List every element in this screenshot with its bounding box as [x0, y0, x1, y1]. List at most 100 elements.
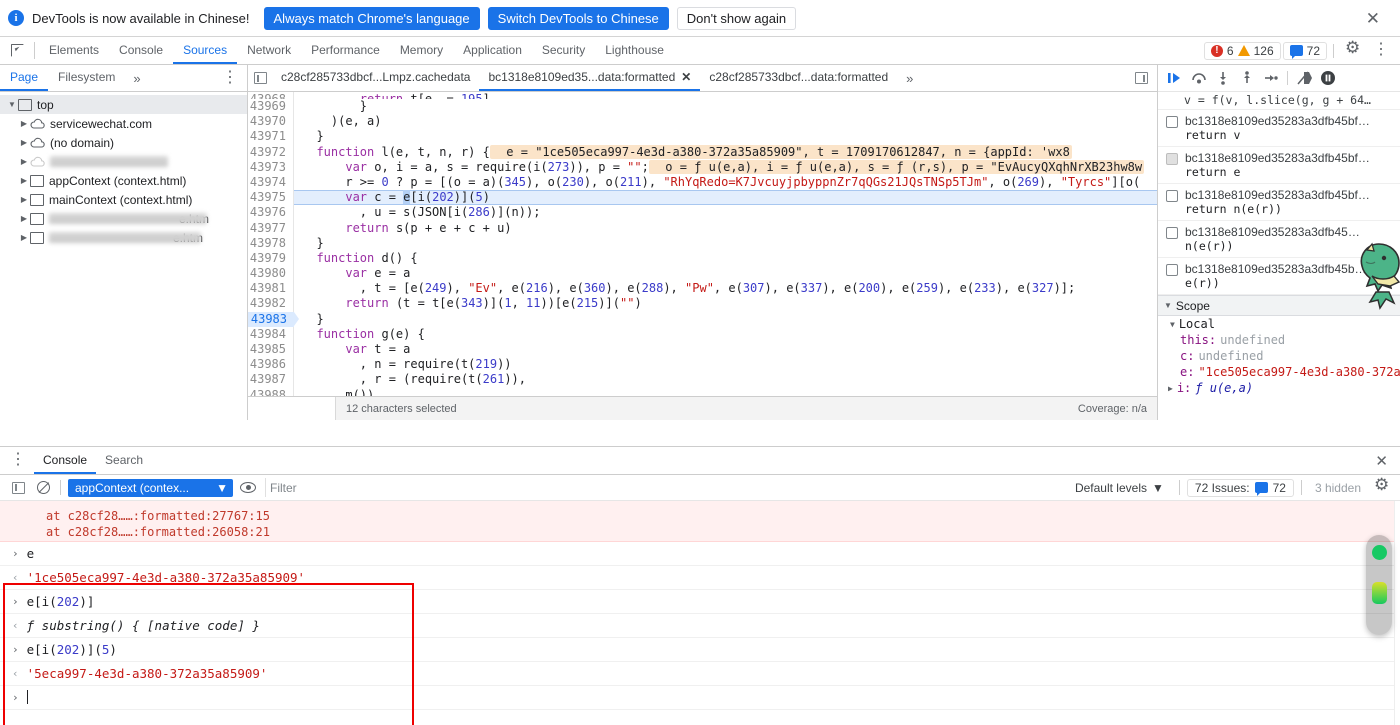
- scope-section-header[interactable]: ▼ Scope: [1158, 295, 1400, 316]
- deactivate-breakpoints-icon[interactable]: [1293, 68, 1315, 88]
- code-line[interactable]: 43968 return t[e -= 195]: [248, 92, 1157, 99]
- drawer-tab-console[interactable]: Console: [34, 447, 97, 474]
- code-line[interactable]: 43979 function d() {: [248, 250, 1157, 267]
- code-line[interactable]: 43976 , u = s(JSON[i(286)](n));: [248, 205, 1157, 221]
- console-output-entry[interactable]: ‹ ƒ substring() { [native code] }: [0, 614, 1400, 638]
- execution-context-select[interactable]: appContext (contex... ▼: [68, 478, 233, 497]
- chevron-right-icon[interactable]: ▶: [18, 233, 30, 242]
- tab-application[interactable]: Application: [453, 37, 532, 64]
- code-line[interactable]: 43978 }: [248, 235, 1157, 251]
- show-debugger-icon[interactable]: [1129, 72, 1153, 84]
- breakpoint-item[interactable]: bc1318e8109ed35283a3dfb45… n(e(r)): [1158, 221, 1400, 258]
- code-text[interactable]: }: [294, 99, 367, 114]
- line-number[interactable]: 43969: [248, 99, 294, 115]
- editor-tab-bc1318-formatted[interactable]: bc1318e8109ed35...data:formatted ✕: [479, 65, 701, 91]
- tree-node-redacted-frame-2[interactable]: ▶ xxxxxxxxxxxxx e.htm: [0, 228, 247, 247]
- console-settings-gear-icon[interactable]: [1372, 476, 1392, 498]
- code-line[interactable]: 43971 }: [248, 129, 1157, 145]
- tab-elements[interactable]: Elements: [39, 37, 109, 64]
- breakpoint-item[interactable]: bc1318e8109ed35283a3dfb45bf… return n(e(r…: [1158, 184, 1400, 221]
- editor-tab-cachedata[interactable]: c28cf285733dbcf...Lmpz.cachedata: [272, 65, 479, 91]
- code-line[interactable]: 43986 , n = require(t(219)): [248, 357, 1157, 373]
- code-text[interactable]: var e = a: [294, 266, 410, 281]
- tab-lighthouse[interactable]: Lighthouse: [595, 37, 674, 64]
- step-out-icon[interactable]: [1236, 68, 1258, 88]
- drawer-kebab-icon[interactable]: ⋮: [0, 447, 34, 474]
- call-stack-top-frame[interactable]: v = f(v, l.slice(g, g + 64…: [1158, 92, 1400, 110]
- line-number[interactable]: 43985: [248, 342, 294, 358]
- breakpoint-item[interactable]: bc1318e8109ed35283a3dfb45b… e(r)): [1158, 258, 1400, 295]
- code-line[interactable]: 43984 function g(e) {: [248, 326, 1157, 342]
- step-over-icon[interactable]: [1188, 68, 1210, 88]
- line-number[interactable]: 43971: [248, 129, 294, 145]
- nav-tab-filesystem[interactable]: Filesystem: [48, 65, 125, 91]
- code-line[interactable]: 43987 , r = (require(t(261)),: [248, 372, 1157, 388]
- editor-more-tabs-icon[interactable]: »: [897, 65, 922, 91]
- navigator-kebab-icon[interactable]: ⋮: [213, 65, 247, 91]
- tree-node-appcontext[interactable]: ▶ appContext (context.html): [0, 171, 247, 190]
- more-options-kebab-icon[interactable]: ⋮: [1368, 40, 1394, 62]
- close-icon[interactable]: ✕: [1363, 447, 1400, 474]
- resume-script-icon[interactable]: [1164, 68, 1186, 88]
- log-levels-select[interactable]: Default levels ▼: [1067, 481, 1172, 495]
- code-text[interactable]: var t = a: [294, 342, 410, 357]
- code-line[interactable]: 43973 var o, i = a, s = require(i(273)),…: [248, 159, 1157, 175]
- line-number[interactable]: 43977: [248, 220, 294, 236]
- editor-tab-c28cf-formatted[interactable]: c28cf285733dbcf...data:formatted: [700, 65, 897, 91]
- tree-node-redacted-domain[interactable]: ▶ xxxxxxxxxxx: [0, 152, 247, 171]
- tab-network[interactable]: Network: [237, 37, 301, 64]
- tree-node-no-domain[interactable]: ▶ (no domain): [0, 133, 247, 152]
- chevron-right-icon[interactable]: ▶: [18, 195, 30, 204]
- line-number[interactable]: 43986: [248, 357, 294, 373]
- line-number[interactable]: 43981: [248, 281, 294, 297]
- code-text[interactable]: return (t = t[e(343)](1, 11))[e(215)](""…: [294, 296, 641, 311]
- scope-local-header[interactable]: ▼ Local: [1158, 316, 1400, 332]
- console-filter-input[interactable]: [265, 478, 1062, 497]
- pause-on-exceptions-icon[interactable]: [1317, 68, 1339, 88]
- code-text[interactable]: return s(p + e + c + u): [294, 221, 511, 236]
- code-text[interactable]: function d() {: [294, 251, 417, 266]
- console-input-entry[interactable]: › e[i(202)]: [0, 590, 1400, 614]
- code-text[interactable]: r >= 0 ? p = [(o = a)(345), o(230), o(21…: [294, 175, 1140, 190]
- code-line[interactable]: 43977 return s(p + e + c + u): [248, 220, 1157, 236]
- line-number[interactable]: 43984: [248, 326, 294, 342]
- line-number[interactable]: 43983: [248, 311, 299, 327]
- close-icon[interactable]: ✕: [1360, 8, 1386, 29]
- code-text[interactable]: }: [294, 129, 323, 144]
- line-number[interactable]: 43979: [248, 250, 294, 267]
- code-line[interactable]: 43981 , t = [e(249), "Ev", e(216), e(360…: [248, 281, 1157, 297]
- code-line[interactable]: 43970 )(e, a): [248, 114, 1157, 130]
- code-line[interactable]: 43975 var c = e[i(202)](5): [248, 190, 1157, 206]
- code-line[interactable]: 43969 }: [248, 99, 1157, 115]
- issues-badge[interactable]: 72 Issues: 72: [1186, 478, 1294, 497]
- breakpoint-checkbox[interactable]: [1166, 116, 1178, 128]
- console-output[interactable]: at I._callPageLifeTime__ (c28cf28…:forma…: [0, 501, 1400, 725]
- nav-more-tabs-icon[interactable]: »: [125, 65, 148, 91]
- message-counter[interactable]: 72: [1282, 41, 1327, 60]
- live-expression-eye-icon[interactable]: [238, 478, 258, 498]
- code-line[interactable]: 43985 var t = a: [248, 342, 1157, 358]
- console-prompt[interactable]: ›: [0, 686, 1400, 710]
- scope-variable[interactable]: c: undefined: [1158, 348, 1400, 364]
- line-number[interactable]: 43982: [248, 296, 294, 312]
- tab-console[interactable]: Console: [109, 37, 173, 64]
- breakpoint-checkbox[interactable]: [1166, 227, 1178, 239]
- step-icon[interactable]: [1260, 68, 1282, 88]
- error-stack-line[interactable]: at c28cf28……:formatted:26058:21: [0, 524, 1400, 540]
- code-text[interactable]: function l(e, t, n, r) { e = "1ce505eca9…: [294, 144, 1072, 160]
- console-input-entry[interactable]: › e: [0, 542, 1400, 566]
- line-number[interactable]: 43973: [248, 159, 294, 175]
- error-warning-counter[interactable]: ! 6 126: [1203, 41, 1281, 60]
- line-number[interactable]: 43970: [248, 114, 294, 130]
- scope-variable[interactable]: this: undefined: [1158, 332, 1400, 348]
- clear-console-icon[interactable]: [33, 478, 53, 498]
- chevron-right-icon[interactable]: ▶: [18, 138, 30, 147]
- console-output-entry[interactable]: ‹ '1ce505eca997-4e3d-a380-372a35a85909': [0, 566, 1400, 590]
- code-text[interactable]: return t[e -= 195]: [294, 92, 490, 99]
- code-text[interactable]: , u = s(JSON[i(286)](n));: [294, 205, 541, 220]
- line-number[interactable]: 43980: [248, 266, 294, 282]
- tab-performance[interactable]: Performance: [301, 37, 390, 64]
- chevron-right-icon[interactable]: ▶: [18, 119, 30, 128]
- code-line[interactable]: 43980 var e = a: [248, 266, 1157, 282]
- line-number[interactable]: 43976: [248, 205, 294, 221]
